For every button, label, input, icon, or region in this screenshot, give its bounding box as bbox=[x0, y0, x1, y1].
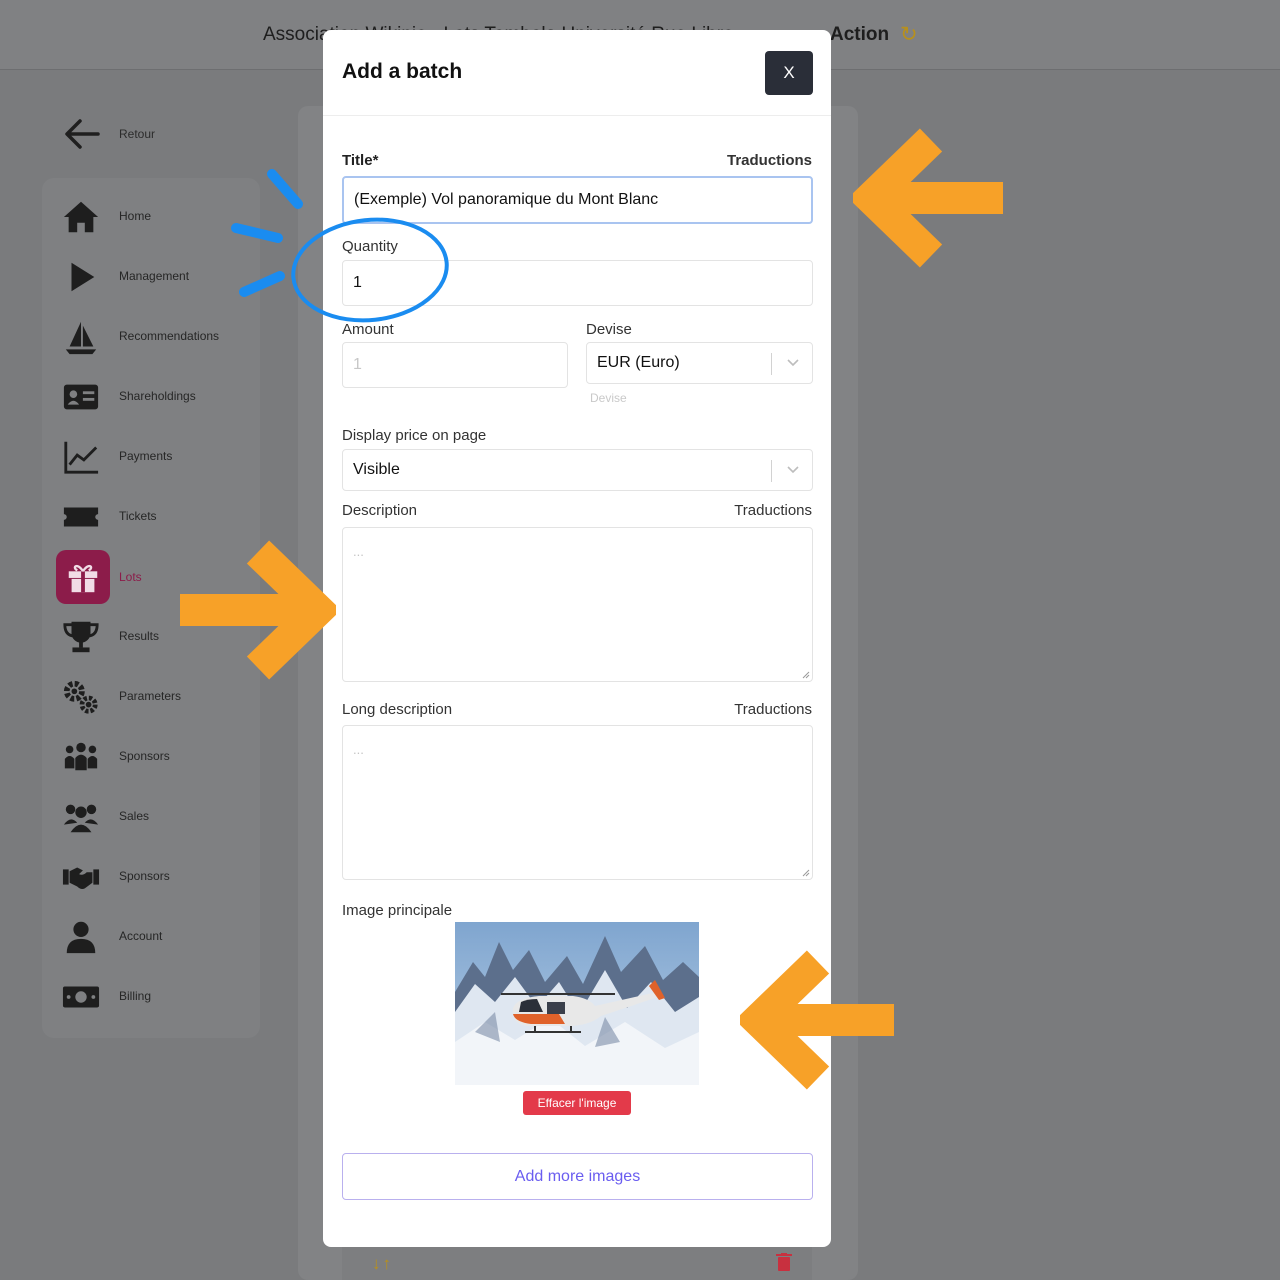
sidebar-item-label: Management bbox=[119, 269, 190, 283]
resize-handle-icon[interactable] bbox=[800, 867, 810, 877]
sidebar-item-recommendations[interactable]: Recommendations bbox=[56, 312, 256, 362]
gears-icon bbox=[60, 676, 102, 718]
main-image-preview bbox=[455, 922, 699, 1085]
annotation-arrow-left-icon bbox=[740, 950, 894, 1090]
sidebar-item-sponsors[interactable]: Sponsors bbox=[56, 732, 256, 782]
ticket-icon bbox=[60, 496, 102, 538]
chevron-down-icon bbox=[787, 466, 799, 474]
money-bill-icon bbox=[60, 976, 102, 1018]
sidebar-item-label: Sponsors bbox=[119, 749, 170, 763]
long-description-label: Long description bbox=[342, 701, 453, 718]
lot-row-toolbar: ↓↑ bbox=[342, 1244, 812, 1280]
sidebar-item-label: Billing bbox=[119, 989, 152, 1003]
sidebar-item-label: Shareholdings bbox=[119, 389, 196, 403]
play-icon bbox=[60, 256, 102, 298]
resize-handle-icon[interactable] bbox=[800, 669, 810, 679]
select-separator bbox=[771, 353, 772, 375]
display-price-select-value: Visible bbox=[353, 461, 400, 478]
amount-input[interactable]: 1 bbox=[342, 342, 568, 388]
sidebar-item-shareholdings[interactable]: Shareholdings bbox=[56, 372, 256, 422]
devise-hint: Devise bbox=[590, 391, 627, 405]
sidebar-item-management[interactable]: Management bbox=[56, 252, 256, 302]
sidebar-item-label: Tickets bbox=[119, 509, 157, 523]
long-description-translations-link[interactable]: Traductions bbox=[734, 701, 812, 718]
arrow-left-icon[interactable] bbox=[64, 118, 100, 150]
people-group-icon bbox=[60, 736, 102, 778]
devise-select-value: EUR (Euro) bbox=[597, 354, 680, 371]
delete-image-button[interactable]: Effacer l'image bbox=[523, 1091, 631, 1115]
sidebar-item-label: Recommendations bbox=[119, 329, 220, 343]
sidebar-item-label: Lots bbox=[119, 570, 142, 584]
description-translations-link[interactable]: Traductions bbox=[734, 502, 812, 519]
action-link[interactable]: Action bbox=[830, 24, 889, 46]
sidebar-item-label: Payments bbox=[119, 449, 173, 463]
trash-icon[interactable] bbox=[776, 1253, 792, 1271]
annotation-arrow-right-icon bbox=[180, 540, 336, 680]
gift-icon bbox=[56, 550, 110, 604]
title-label: Title* bbox=[342, 152, 379, 169]
sidebar-item-label: Results bbox=[119, 629, 160, 643]
close-button[interactable]: X bbox=[765, 51, 813, 95]
sidebar-item-sales[interactable]: Sales bbox=[56, 792, 256, 842]
annotation-arrow-left-icon bbox=[853, 128, 1003, 268]
sidebar-item-label: Parameters bbox=[119, 689, 182, 703]
devise-label: Devise bbox=[586, 321, 632, 338]
description-textarea[interactable]: ... bbox=[342, 527, 813, 682]
trophy-icon bbox=[60, 616, 102, 658]
sidebar-item-home[interactable]: Home bbox=[56, 192, 256, 242]
sidebar-item-tickets[interactable]: Tickets bbox=[56, 492, 256, 542]
users-icon bbox=[60, 796, 102, 838]
long-description-placeholder: ... bbox=[353, 742, 364, 757]
chart-line-icon bbox=[60, 436, 102, 478]
refresh-icon[interactable]: ↻ bbox=[900, 22, 918, 47]
sidebar-item-payments[interactable]: Payments bbox=[56, 432, 256, 482]
long-description-textarea[interactable]: ... bbox=[342, 725, 813, 880]
chevron-down-icon bbox=[787, 359, 799, 367]
description-placeholder: ... bbox=[353, 544, 364, 559]
description-label: Description bbox=[342, 502, 418, 519]
add-more-images-button[interactable]: Add more images bbox=[342, 1153, 813, 1200]
devise-select[interactable]: EUR (Euro) bbox=[586, 342, 813, 384]
modal-header: Add a batch X bbox=[323, 30, 831, 116]
main-image-label: Image principale bbox=[342, 902, 453, 919]
ship-icon bbox=[60, 316, 102, 358]
amount-input-placeholder: 1 bbox=[353, 356, 362, 373]
back-link[interactable]: Retour bbox=[119, 127, 155, 141]
display-price-select[interactable]: Visible bbox=[342, 449, 813, 491]
sidebar-item-account[interactable]: Account bbox=[56, 912, 256, 962]
handshake-icon bbox=[60, 856, 102, 898]
select-separator bbox=[771, 460, 772, 482]
sort-arrows-icon[interactable]: ↓↑ bbox=[372, 1254, 393, 1274]
display-price-label: Display price on page bbox=[342, 427, 487, 444]
sidebar-item-label: Sales bbox=[119, 809, 150, 823]
sidebar-item-label: Home bbox=[119, 209, 152, 223]
user-icon bbox=[60, 916, 102, 958]
modal-title: Add a batch bbox=[342, 60, 463, 83]
sidebar-item-billing[interactable]: Billing bbox=[56, 972, 256, 1022]
sidebar-item-label: Sponsors bbox=[119, 869, 170, 883]
sidebar-item-sponsors-2[interactable]: Sponsors bbox=[56, 852, 256, 902]
annotation-highlight-circle bbox=[231, 169, 449, 323]
title-translations-link[interactable]: Traductions bbox=[727, 152, 812, 169]
home-icon bbox=[60, 196, 102, 238]
sidebar-item-label: Account bbox=[119, 929, 163, 943]
id-card-icon bbox=[60, 376, 102, 418]
